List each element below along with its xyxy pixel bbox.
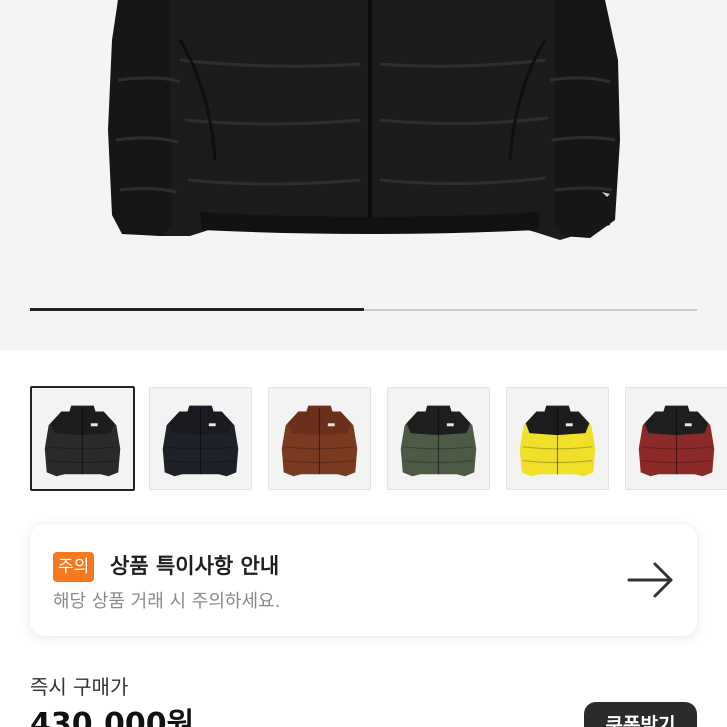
jacket-thumbnail-image bbox=[400, 405, 477, 477]
product-main-image bbox=[108, 0, 620, 240]
jacket-thumbnail-image bbox=[162, 405, 239, 477]
notice-subtitle: 해당 상품 거래 시 주의하세요. bbox=[53, 591, 281, 612]
color-thumbnail-list bbox=[0, 385, 727, 493]
instant-buy-label: 즉시 구매가 bbox=[30, 675, 129, 699]
caution-badge: 주의 bbox=[53, 552, 95, 582]
jacket-thumbnail-image bbox=[519, 405, 596, 477]
coupon-button[interactable]: 쿠폰받기 bbox=[584, 702, 697, 727]
thumbnail-yellow[interactable] bbox=[506, 387, 609, 490]
thumbnail-brown[interactable] bbox=[268, 387, 371, 490]
product-notice-card[interactable]: 주의 상품 특이사항 안내 해당 상품 거래 시 주의하세요. bbox=[30, 524, 697, 636]
gallery-progress-bar[interactable] bbox=[30, 308, 697, 311]
thumbnail-black[interactable] bbox=[30, 386, 135, 491]
arrow-right-icon[interactable] bbox=[627, 560, 675, 600]
thumbnail-navy-black[interactable] bbox=[149, 387, 252, 490]
jacket-thumbnail-image bbox=[638, 405, 715, 477]
jacket-thumbnail-image bbox=[44, 405, 121, 477]
instant-buy-price: 430,000원 bbox=[30, 707, 195, 727]
jacket-thumbnail-image bbox=[281, 405, 358, 477]
thumbnail-olive-green[interactable] bbox=[387, 387, 490, 490]
gallery-progress-fill bbox=[30, 308, 364, 311]
product-image-gallery[interactable] bbox=[0, 0, 727, 350]
notice-title: 상품 특이사항 안내 bbox=[110, 554, 280, 578]
thumbnail-red[interactable] bbox=[625, 387, 727, 490]
